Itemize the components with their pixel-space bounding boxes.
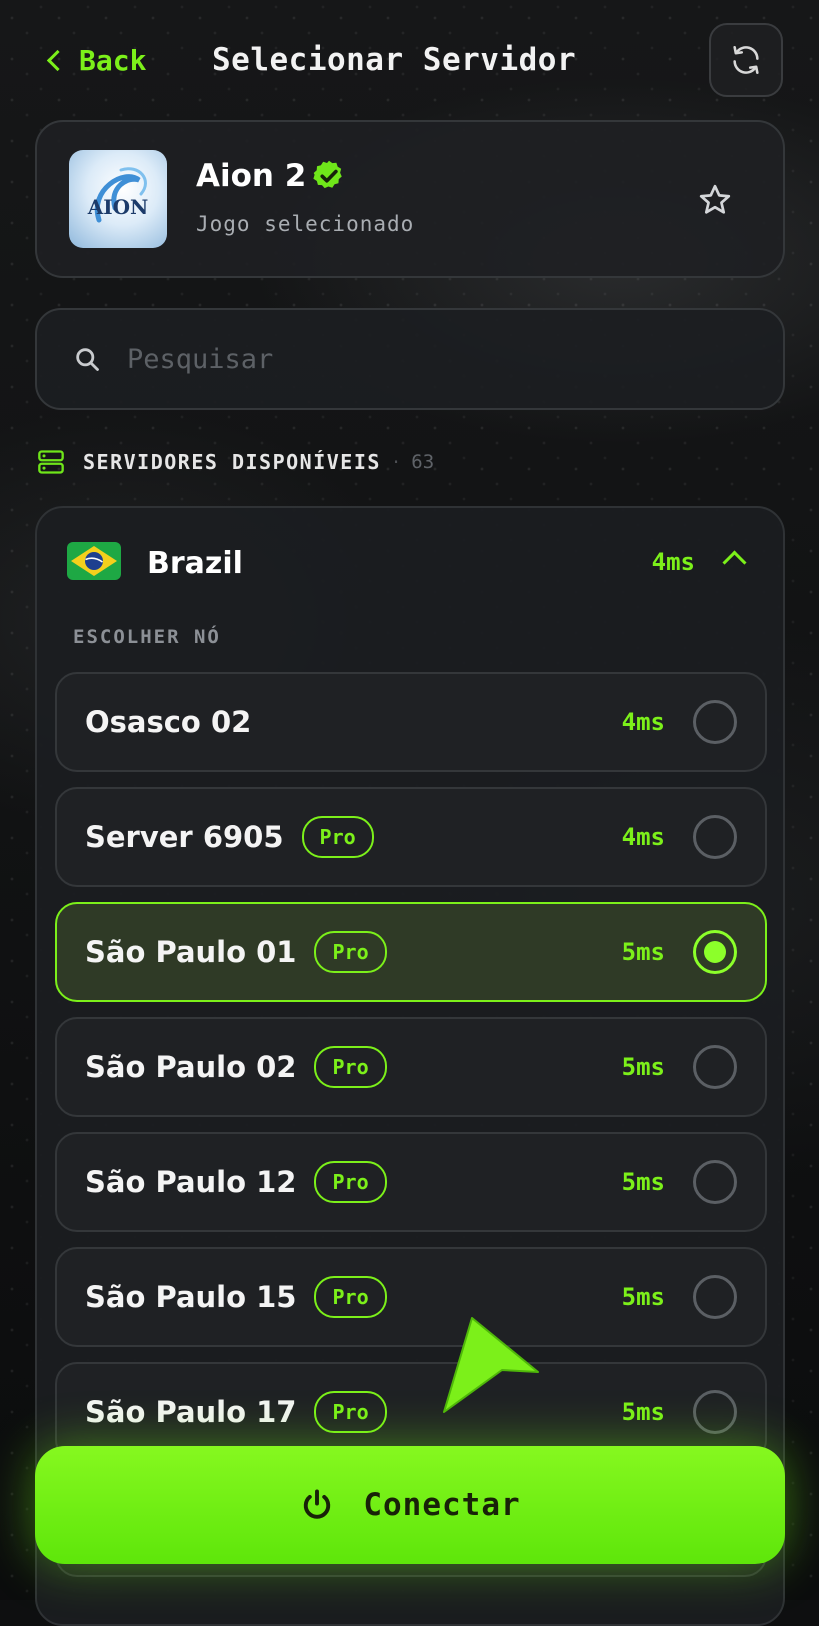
- pro-badge: Pro: [314, 1046, 387, 1088]
- search-box[interactable]: [35, 308, 785, 410]
- node-item-sao-paulo-02[interactable]: São Paulo 02 Pro 5ms: [55, 1017, 767, 1117]
- node-item-sao-paulo-15[interactable]: São Paulo 15 Pro 5ms: [55, 1247, 767, 1347]
- game-name: Aion 2: [196, 158, 307, 194]
- node-radio[interactable]: [693, 1045, 737, 1089]
- node-radio-selected[interactable]: [693, 930, 737, 974]
- node-item-sao-paulo-01[interactable]: São Paulo 01 Pro 5ms: [55, 902, 767, 1002]
- pro-badge: Pro: [314, 931, 387, 973]
- node-radio[interactable]: [693, 1275, 737, 1319]
- node-name: São Paulo 02: [85, 1050, 297, 1084]
- game-logo-text: AION: [87, 195, 149, 219]
- node-radio[interactable]: [693, 1390, 737, 1434]
- pro-badge: Pro: [301, 816, 374, 858]
- node-name: São Paulo 17: [85, 1395, 297, 1429]
- node-ping: 5ms: [621, 938, 665, 966]
- node-item-sao-paulo-12[interactable]: São Paulo 12 Pro 5ms: [55, 1132, 767, 1232]
- node-radio[interactable]: [693, 815, 737, 859]
- pro-badge: Pro: [314, 1391, 387, 1433]
- node-name: São Paulo 15: [85, 1280, 297, 1314]
- node-name: São Paulo 01: [85, 935, 297, 969]
- node-item-server-6905[interactable]: Server 6905 Pro 4ms: [55, 787, 767, 887]
- page-title: Selecionar Servidor: [212, 42, 577, 78]
- node-name: São Paulo 12: [85, 1165, 297, 1199]
- game-subtitle: Jogo selecionado: [196, 212, 415, 236]
- pro-badge: Pro: [314, 1161, 387, 1203]
- power-icon: [304, 1489, 331, 1519]
- separator-dot: ·: [392, 450, 400, 474]
- choose-node-label: ESCOLHER NÓ: [73, 626, 221, 648]
- node-radio[interactable]: [693, 700, 737, 744]
- servers-section-title: SERVIDORES DISPONÍVEIS: [83, 450, 381, 474]
- servers-section-header: SERVIDORES DISPONÍVEIS · 63: [37, 446, 434, 478]
- refresh-icon: [733, 45, 759, 75]
- back-label: Back: [79, 43, 147, 77]
- region-ping: 4ms: [651, 548, 695, 576]
- server-stack-icon: [38, 450, 64, 474]
- node-ping: 5ms: [621, 1283, 665, 1311]
- search-icon: [76, 348, 99, 371]
- region-name: Brazil: [147, 546, 243, 581]
- pointer-cursor-icon: [443, 1317, 539, 1413]
- brazil-flag-icon: [67, 542, 121, 580]
- back-button[interactable]: Back: [44, 38, 146, 82]
- search-input[interactable]: [125, 342, 689, 376]
- game-logo: AION: [69, 150, 167, 248]
- favorite-star-icon[interactable]: [697, 182, 733, 218]
- node-ping: 4ms: [621, 823, 665, 851]
- node-ping: 5ms: [621, 1398, 665, 1426]
- node-ping: 5ms: [621, 1053, 665, 1081]
- servers-count: 63: [411, 451, 435, 473]
- chevron-up-icon[interactable]: [722, 550, 747, 575]
- chevron-left-icon: [46, 49, 69, 71]
- connect-button[interactable]: Conectar: [35, 1446, 785, 1564]
- selected-game-card[interactable]: AION Aion 2 Jogo selecionado: [35, 120, 785, 278]
- refresh-button[interactable]: [709, 23, 783, 97]
- node-ping: 4ms: [621, 708, 665, 736]
- node-name: Server 6905: [85, 820, 284, 854]
- node-ping: 5ms: [621, 1168, 665, 1196]
- node-radio[interactable]: [693, 1160, 737, 1204]
- connect-button-label: Conectar: [363, 1487, 521, 1523]
- node-item-osasco-02[interactable]: Osasco 02 4ms: [55, 672, 767, 772]
- verified-check-icon: [313, 160, 342, 189]
- node-name: Osasco 02: [85, 705, 252, 739]
- pro-badge: Pro: [314, 1276, 387, 1318]
